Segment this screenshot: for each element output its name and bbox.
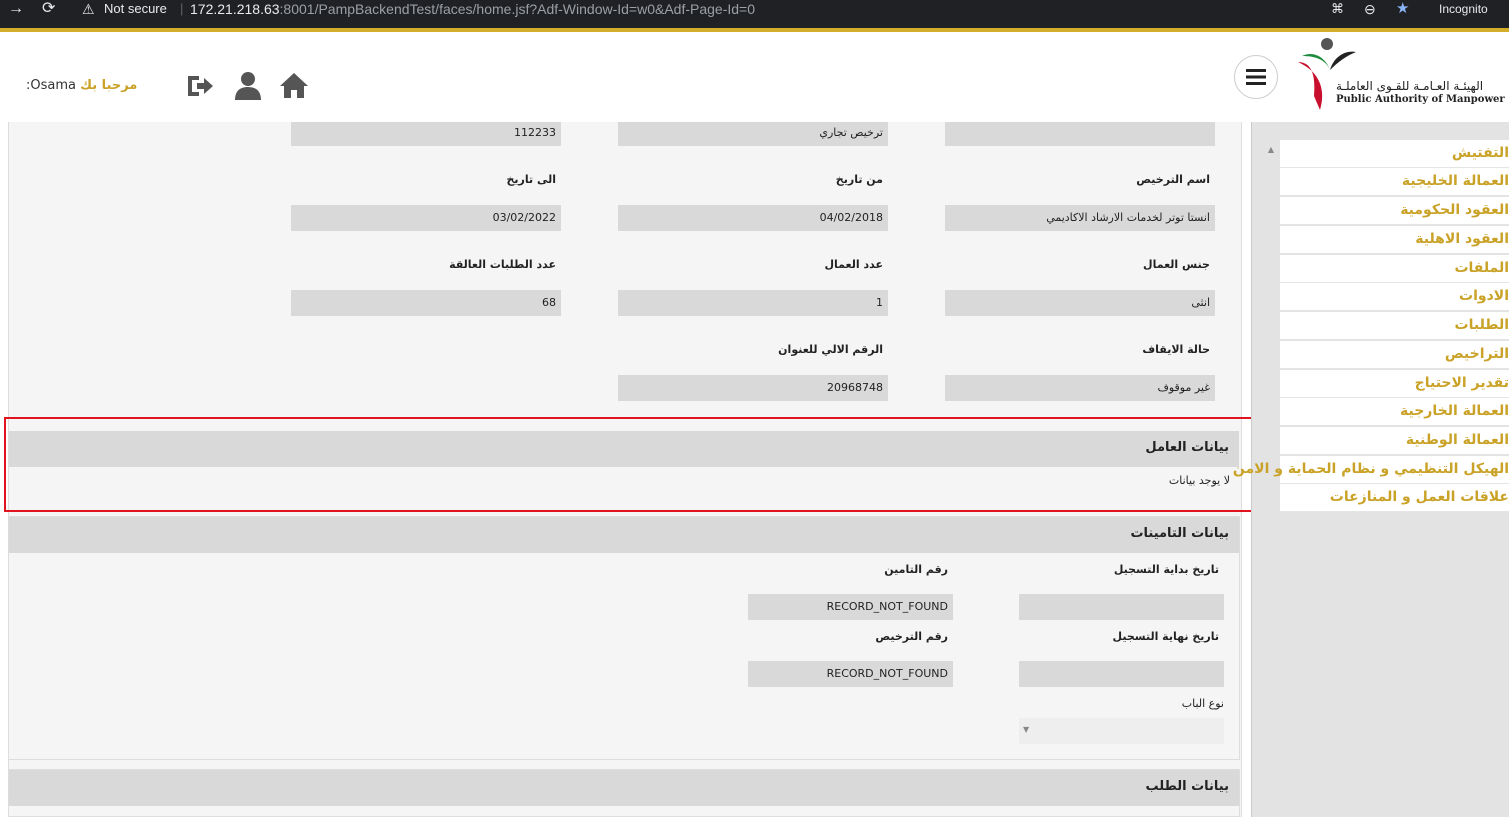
bookmark-star-icon[interactable]: ★ — [1396, 0, 1409, 18]
value-from-date: 04/02/2018 — [618, 205, 888, 231]
reg-end-field[interactable] — [1019, 661, 1224, 687]
label-worker-count: عدد العمال — [824, 258, 883, 271]
dropdown-arrow-icon: ▼ — [1023, 725, 1030, 734]
value-license-name: انستا توتر لخدمات الارشاد الاكاديمي — [945, 205, 1215, 231]
field-value-r0c3 — [945, 122, 1215, 146]
label-license-name: اسم الترخيص — [1136, 173, 1210, 186]
translate-icon[interactable]: ⌘ — [1331, 0, 1344, 18]
insurance-section-title: بيانات التامينات — [1130, 526, 1229, 541]
sidebar-item-inspection[interactable]: التفتيش — [1280, 140, 1509, 168]
sidebar-item-label: الهيكل التنظيمي و نظام الحماية و الامن — [1232, 461, 1509, 477]
sidebar-item-requests[interactable]: الطلبات — [1280, 312, 1509, 340]
warning-icon[interactable]: ⚠ — [82, 0, 95, 18]
label-to-date: الى تاريخ — [506, 173, 556, 186]
url-host: 172.21.218.63 — [190, 1, 280, 17]
sidebar-item-files[interactable]: الملفات — [1280, 255, 1509, 283]
sidebar-item-label: التفتيش — [1451, 145, 1509, 161]
welcome-greeting: مرحبا بك — [80, 78, 138, 93]
insurance-number-field: RECORD_NOT_FOUND — [748, 594, 953, 620]
welcome-message: مرحبا بك Osama: — [26, 78, 137, 93]
request-section-header[interactable]: بيانات الطلب — [9, 770, 1239, 806]
address-bar[interactable]: 172.21.218.63:8001/PampBackendTest/faces… — [190, 0, 755, 18]
sidebar-item-labor-relations[interactable]: علاقات العمل و المنازعات — [1280, 484, 1509, 512]
sidebar-item-label: العقود الحكومية — [1400, 202, 1509, 218]
sidebar-item-label: العمالة الخليجية — [1401, 173, 1509, 189]
url-path: :8001/PampBackendTest/faces/home.jsf?Adf… — [279, 1, 756, 17]
logo-english-text: Public Authority of Manpower — [1336, 94, 1505, 105]
forward-icon[interactable]: → — [8, 0, 24, 18]
app-header — [0, 32, 1509, 122]
sidebar-item-label: التراخيص — [1444, 346, 1509, 362]
field-value-r0c1: 112233 — [291, 122, 561, 146]
sidebar-item-gulf-labor[interactable]: العمالة الخليجية — [1280, 168, 1509, 196]
sidebar-item-organization-structure[interactable]: الهيكل التنظيمي و نظام الحماية و الامن — [1233, 456, 1509, 484]
home-icon[interactable] — [278, 70, 310, 102]
value-pending-requests: 68 — [291, 290, 561, 316]
gate-type-select[interactable]: ▼ — [1019, 718, 1224, 744]
reg-start-field[interactable] — [1019, 594, 1224, 620]
sidebar-item-label: العمالة الخارجية — [1400, 403, 1509, 419]
logout-icon[interactable] — [184, 70, 216, 102]
request-section-title: بيانات الطلب — [1145, 779, 1230, 794]
sidebar-item-label: تقدير الاحتياج — [1414, 375, 1509, 391]
reload-icon[interactable]: ⟳ — [42, 0, 55, 18]
worker-section-header[interactable]: بيانات العامل — [9, 431, 1239, 467]
security-label[interactable]: Not secure — [104, 0, 167, 18]
value-suspension-status: غير موقوف — [945, 375, 1215, 401]
sidebar-item-private-contracts[interactable]: العقود الاهلية — [1280, 226, 1509, 254]
label-worker-gender: جنس العمال — [1143, 258, 1210, 271]
sidebar-item-label: الادوات — [1459, 288, 1509, 304]
label-license-number: رقم الترخيص — [875, 630, 948, 643]
zoom-icon[interactable]: ⊖ — [1364, 0, 1376, 18]
value-to-date: 03/02/2022 — [291, 205, 561, 231]
insurance-section-header[interactable]: بيانات التامينات — [9, 517, 1239, 553]
sidebar-item-national-labor[interactable]: العمالة الوطنية — [1280, 427, 1509, 455]
license-number-field: RECORD_NOT_FOUND — [748, 661, 953, 687]
value-address-number: 20968748 — [618, 375, 888, 401]
sidebar-item-needs-estimation[interactable]: تقدير الاحتياج — [1280, 370, 1509, 398]
label-suspension-status: حالة الايقاف — [1142, 343, 1210, 356]
label-address-number: الرقم الالي للعنوان — [778, 343, 883, 356]
browser-toolbar: → ⟳ ⚠ Not secure | 172.21.218.63:8001/Pa… — [0, 0, 1509, 28]
scroll-up-icon[interactable]: ▲ — [1262, 140, 1280, 160]
worker-section-title: بيانات العامل — [1145, 440, 1229, 455]
sidebar-item-label: العقود الاهلية — [1415, 231, 1509, 247]
welcome-user: Osama: — [26, 78, 76, 93]
incognito-label[interactable]: Incognito — [1439, 0, 1488, 18]
label-pending-requests: عدد الطلبات العالقة — [449, 258, 556, 271]
worker-empty-message: لا يوجد بيانات — [1168, 474, 1230, 487]
sidebar-item-licenses[interactable]: التراخيص — [1280, 341, 1509, 369]
label-from-date: من تاريخ — [835, 173, 883, 186]
menu-toggle-button[interactable] — [1234, 55, 1278, 99]
sidebar-item-label: الطلبات — [1454, 317, 1509, 333]
value-worker-gender: انثى — [945, 290, 1215, 316]
hamburger-icon — [1246, 69, 1266, 85]
url-separator: | — [180, 1, 184, 16]
label-reg-end: تاريخ نهاية التسجيل — [1112, 630, 1219, 643]
sidebar-item-government-contracts[interactable]: العقود الحكومية — [1280, 197, 1509, 225]
sidebar-item-foreign-labor[interactable]: العمالة الخارجية — [1280, 398, 1509, 426]
user-icon[interactable] — [232, 70, 264, 102]
sidebar-item-label: الملفات — [1454, 260, 1509, 276]
sidebar-item-label: العمالة الوطنية — [1405, 432, 1509, 448]
logo-arabic-text: الهيئـة العـامـة للقـوى العاملـة — [1336, 79, 1484, 93]
label-gate-type: نوع الباب — [1181, 697, 1224, 710]
field-value-r0c2: ترخيص تجاري — [618, 122, 888, 146]
value-worker-count: 1 — [618, 290, 888, 316]
sidebar-item-label: علاقات العمل و المنازعات — [1329, 489, 1509, 505]
sidebar-item-tools[interactable]: الادوات — [1280, 283, 1509, 311]
label-reg-start: تاريخ بداية التسجيل — [1113, 563, 1219, 576]
label-insurance-number: رقم التامين — [884, 563, 948, 576]
